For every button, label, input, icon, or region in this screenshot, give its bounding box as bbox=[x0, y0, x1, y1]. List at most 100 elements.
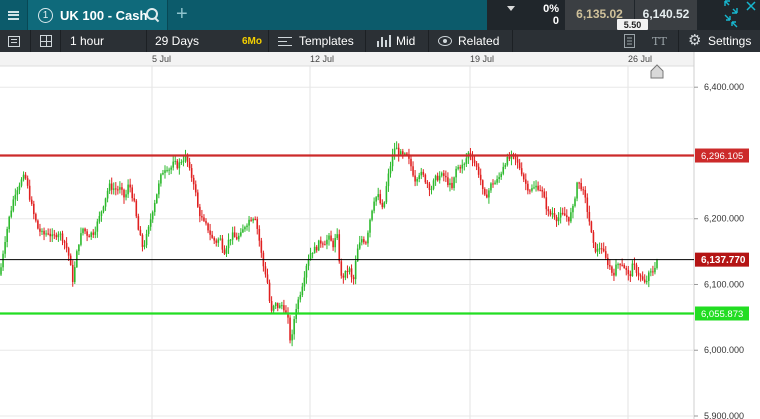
candle-body bbox=[375, 197, 377, 202]
price-type-label: Mid bbox=[396, 34, 416, 48]
candle-body bbox=[455, 168, 457, 178]
gear-icon: ⚙ bbox=[688, 32, 702, 49]
candle-body bbox=[354, 261, 357, 280]
expand-icon[interactable] bbox=[724, 0, 738, 14]
candle-body bbox=[496, 178, 498, 183]
candle-body bbox=[145, 233, 148, 246]
candle-body bbox=[258, 228, 261, 241]
candle-body bbox=[117, 189, 119, 191]
document-button[interactable] bbox=[624, 30, 635, 52]
candle-body bbox=[557, 217, 560, 222]
candle-body bbox=[381, 203, 384, 208]
add-tab-icon[interactable]: + bbox=[176, 4, 188, 24]
candle-body bbox=[363, 239, 365, 243]
candle-body bbox=[572, 205, 574, 213]
candle-body bbox=[531, 188, 533, 191]
templates-icon bbox=[278, 36, 292, 47]
layout-button[interactable] bbox=[40, 30, 52, 52]
candle-body bbox=[223, 249, 226, 254]
menu-button[interactable] bbox=[0, 0, 28, 30]
instrument-tab[interactable]: 1 UK 100 - Cash bbox=[28, 0, 168, 30]
candle-body bbox=[252, 218, 254, 221]
candle-body bbox=[600, 248, 603, 250]
candle-body bbox=[315, 246, 318, 251]
candle-body bbox=[197, 192, 199, 207]
candle-body bbox=[86, 231, 88, 236]
drawing-list-button[interactable] bbox=[8, 30, 20, 52]
candle-body bbox=[242, 229, 244, 233]
candle-body bbox=[582, 189, 584, 191]
candle-body bbox=[330, 235, 332, 241]
candle-body bbox=[406, 153, 408, 155]
range-selector[interactable]: 29 Days bbox=[155, 30, 199, 52]
candle-body bbox=[172, 161, 174, 168]
candle-body bbox=[65, 242, 68, 249]
candle-body bbox=[96, 221, 99, 232]
candle-body bbox=[4, 242, 6, 254]
candle-body bbox=[276, 303, 279, 308]
candle-body bbox=[611, 266, 613, 273]
price-chart[interactable]: 5 Jul 12 Jul 19 Jul 26 Jul 6,400.000 6,200.00… bbox=[0, 52, 760, 419]
candle-body bbox=[26, 178, 29, 186]
candle-body bbox=[0, 267, 2, 275]
search-icon[interactable] bbox=[146, 8, 159, 21]
candle-body bbox=[637, 272, 640, 276]
candle-body bbox=[313, 246, 316, 253]
y-tick-label: 6,400.000 bbox=[704, 82, 744, 92]
price-marker-icon[interactable] bbox=[650, 64, 664, 79]
candle-body bbox=[387, 173, 390, 187]
related-eye-icon bbox=[438, 36, 452, 46]
candle-body bbox=[518, 162, 521, 169]
candle-body bbox=[22, 174, 25, 180]
interval-selector[interactable]: 1 hour bbox=[70, 30, 104, 52]
settings-button[interactable]: ⚙ Settings bbox=[688, 30, 751, 52]
candle-body bbox=[297, 299, 300, 310]
related-button[interactable]: Related bbox=[438, 30, 499, 52]
text-size-button[interactable]: TT bbox=[652, 30, 667, 52]
candle-body bbox=[504, 164, 507, 167]
candle-body bbox=[106, 190, 109, 199]
candle-body bbox=[629, 274, 632, 277]
candle-body bbox=[192, 177, 195, 185]
candle-body bbox=[268, 282, 271, 301]
candle-body bbox=[590, 221, 593, 233]
candle-body bbox=[217, 239, 220, 243]
candle-body bbox=[78, 244, 80, 252]
templates-button[interactable]: Templates bbox=[278, 30, 354, 52]
candle-body bbox=[527, 183, 529, 191]
candle-body bbox=[434, 175, 437, 181]
candle-body bbox=[246, 225, 248, 228]
candle-body bbox=[596, 248, 599, 252]
candle-body bbox=[281, 305, 283, 307]
candle-body bbox=[178, 162, 181, 169]
candle-body bbox=[645, 280, 648, 283]
candle-body bbox=[188, 162, 191, 169]
current-price-label: 6,137.770 bbox=[701, 255, 746, 266]
candle-body bbox=[566, 215, 568, 218]
candle-body bbox=[607, 257, 609, 266]
candle-body bbox=[317, 240, 320, 251]
candle-body bbox=[233, 232, 236, 237]
price-type-button[interactable]: Mid bbox=[377, 30, 415, 52]
candle-body bbox=[123, 189, 125, 198]
change-arrow-icon bbox=[507, 6, 515, 11]
candlestick-chart-svg[interactable]: 5 Jul 12 Jul 19 Jul 26 Jul 6,400.000 6,200.00… bbox=[0, 52, 760, 419]
close-icon[interactable] bbox=[744, 0, 758, 14]
candle-body bbox=[289, 317, 291, 341]
candle-body bbox=[231, 232, 234, 240]
candle-body bbox=[568, 217, 570, 222]
candle-body bbox=[100, 211, 103, 216]
candle-body bbox=[481, 180, 484, 189]
candle-body bbox=[135, 200, 138, 217]
candle-body bbox=[260, 240, 263, 253]
candle-body bbox=[274, 303, 277, 307]
candle-body bbox=[35, 214, 37, 221]
range-6mo-button[interactable]: 6Mo bbox=[242, 30, 262, 52]
candle-body bbox=[221, 238, 224, 250]
candle-body bbox=[643, 279, 646, 283]
candle-body bbox=[264, 266, 267, 275]
text-size-icon: TT bbox=[652, 34, 667, 48]
candle-body bbox=[459, 167, 461, 169]
candle-body bbox=[543, 191, 546, 198]
minimize-icon[interactable] bbox=[724, 14, 738, 28]
